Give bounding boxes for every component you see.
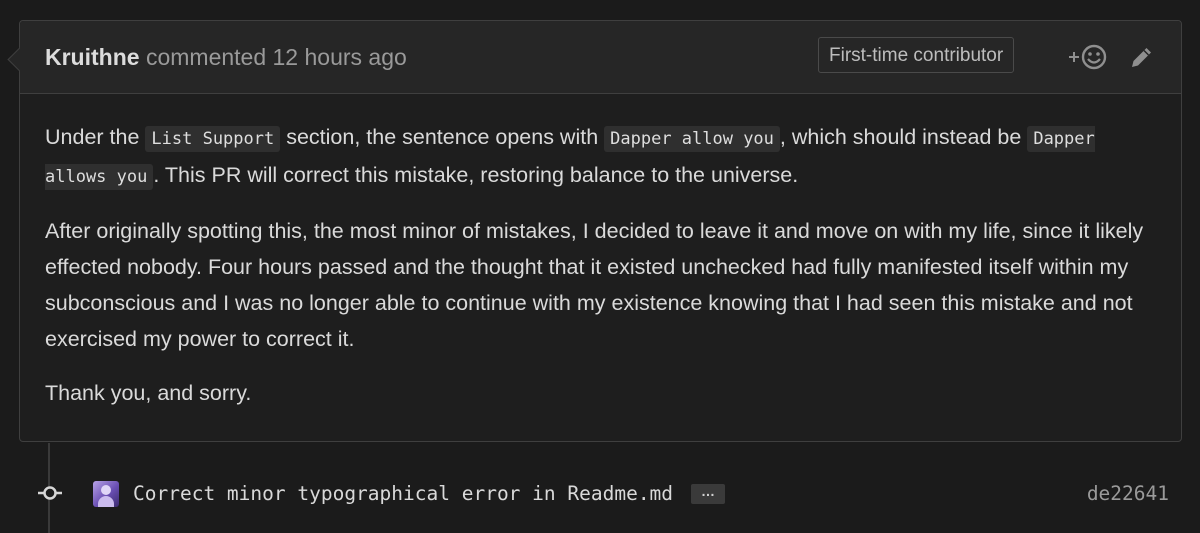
comment-box: Kruithne commented 12 hours ago First-ti… bbox=[7, 20, 1182, 442]
expand-commit-details-button[interactable]: … bbox=[691, 484, 725, 504]
commit-row: Correct minor typographical error in Rea… bbox=[0, 470, 1200, 516]
git-commit-icon bbox=[36, 481, 64, 505]
pencil-icon bbox=[1132, 48, 1151, 67]
commit-sha-link[interactable]: de22641 bbox=[1087, 481, 1169, 507]
paragraph-text: section, the sentence opens with bbox=[280, 125, 605, 149]
comment-paragraph-1: Under the List Support section, the sent… bbox=[45, 119, 1165, 195]
author-link[interactable]: Kruithne bbox=[45, 44, 140, 70]
paragraph-text: , which should instead be bbox=[779, 125, 1028, 149]
comment-header-text: Kruithne commented 12 hours ago bbox=[45, 43, 407, 71]
add-reaction-button[interactable] bbox=[1065, 41, 1109, 73]
comment-paragraph-2: After originally spotting this, the most… bbox=[45, 219, 1144, 351]
inline-code: Dapper allow you bbox=[604, 126, 780, 152]
comment-timestamp[interactable]: 12 hours ago bbox=[273, 44, 407, 70]
comment-paragraph-3: Thank you, and sorry. bbox=[45, 381, 252, 405]
comment-header: Kruithne commented 12 hours ago First-ti… bbox=[20, 21, 1181, 94]
paragraph-text: Under the bbox=[45, 125, 146, 149]
commit-message-link[interactable]: Correct minor typographical error in Rea… bbox=[133, 481, 673, 507]
commit-author-avatar[interactable] bbox=[93, 481, 119, 507]
comment-action: commented bbox=[145, 44, 267, 70]
first-time-contributor-badge: First-time contributor bbox=[818, 37, 1015, 73]
paragraph-text: . This PR will correct this mistake, res… bbox=[153, 163, 799, 187]
inline-code: List Support bbox=[145, 126, 281, 152]
add-reaction-smiley-icon bbox=[1069, 44, 1107, 70]
comment-body: Under the List Support section, the sent… bbox=[45, 119, 1165, 429]
edit-comment-button[interactable] bbox=[1128, 43, 1156, 71]
